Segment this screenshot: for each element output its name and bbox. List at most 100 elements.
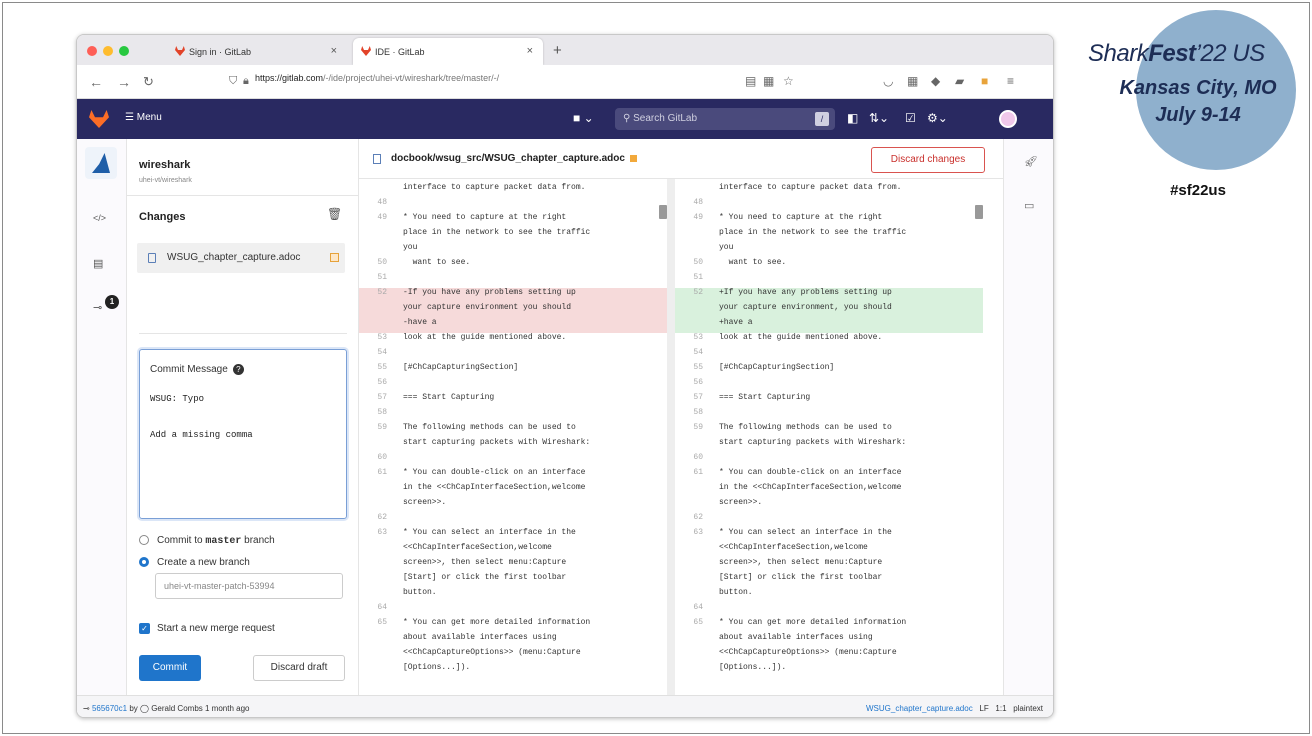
gitlab-logo[interactable]: [89, 110, 109, 128]
trash-icon[interactable]: 🗑︎: [327, 207, 342, 221]
diff-line: start capturing packets with Wireshark:: [359, 438, 667, 453]
line-number: 56: [377, 378, 387, 387]
line-text: <<ChCapInterfaceSection,welcome: [403, 543, 552, 552]
browser-window: Sign in · GitLab × IDE · GitLab × + ← → …: [76, 34, 1054, 718]
search-input[interactable]: ⚲ Search GitLab /: [615, 108, 835, 130]
close-window-icon[interactable]: [87, 46, 97, 56]
diff-line: you: [675, 243, 983, 258]
changed-file-item[interactable]: WSUG_chapter_capture.adoc: [137, 243, 345, 273]
diff-line: 65 * You can get more detailed informatio…: [675, 618, 983, 633]
project-name[interactable]: wireshark: [139, 159, 190, 171]
radio-create-new-branch-label[interactable]: Create a new branch: [157, 557, 250, 568]
issues-icon[interactable]: ◧: [847, 111, 858, 125]
shield-extension-icon[interactable]: ◆: [931, 74, 940, 88]
discard-draft-button[interactable]: Discard draft: [253, 655, 345, 681]
line-text: screen>>.: [403, 498, 447, 507]
code-icon[interactable]: </>: [93, 213, 106, 223]
diff-deleted-line: 52 -If you have any problems setting up: [359, 288, 667, 303]
commit-message-line: WSUG: Typo: [150, 394, 205, 404]
status-file-link[interactable]: WSUG_chapter_capture.adoc: [866, 704, 973, 713]
rocket-icon[interactable]: 🚀︎: [1024, 155, 1038, 168]
lock-icon[interactable]: 🔒︎: [243, 75, 249, 88]
diff-modified-pane[interactable]: [Options...]). <<ChCapCaptureOptions>> (m…: [675, 179, 983, 695]
colorful-extension-icon[interactable]: ■: [981, 74, 988, 88]
grid-icon[interactable]: ▦: [763, 74, 774, 88]
reader-view-icon[interactable]: ▤: [745, 74, 756, 88]
tab-close-icon[interactable]: ×: [527, 45, 533, 57]
merge-request-icon[interactable]: ⇅⌄: [869, 111, 889, 125]
line-text: [Start] or click the first toolbar: [403, 573, 567, 582]
terminal-icon[interactable]: ▭: [1024, 199, 1034, 212]
diff-line: you: [359, 243, 667, 258]
reload-icon[interactable]: ↻: [143, 74, 154, 90]
url-field[interactable]: https://gitlab.com/-/ide/project/uhei-vt…: [255, 73, 499, 83]
create-new-icon[interactable]: ■ ⌄: [573, 111, 594, 125]
diff-line: 51: [675, 273, 983, 288]
user-avatar[interactable]: [999, 110, 1017, 128]
new-tab-button[interactable]: +: [553, 42, 562, 59]
line-text: * You can get more detailed information: [403, 618, 591, 627]
line-text: [Options...]).: [719, 663, 787, 672]
radio-commit-to-master-label[interactable]: Commit to master branch: [157, 535, 275, 547]
gitlab-favicon-icon: [361, 46, 371, 56]
line-number: 59: [377, 423, 387, 432]
tab-close-icon[interactable]: ×: [331, 45, 337, 57]
line-number: 48: [377, 198, 387, 207]
merge-request-checkbox[interactable]: ✓: [139, 623, 150, 634]
shield-icon[interactable]: ⛉: [229, 75, 237, 88]
line-text: * You can select an interface in the: [719, 528, 892, 537]
todo-icon[interactable]: ☑: [905, 111, 916, 125]
help-icon[interactable]: ?: [232, 364, 244, 375]
editor-status: WSUG_chapter_capture.adoc LF 1:1 plainte…: [866, 704, 1043, 713]
diff-line: 51: [359, 273, 667, 288]
diff-editor: docbook/wsug_src/WSUG_chapter_capture.ad…: [359, 139, 1003, 695]
diff-line: about available interfaces using: [675, 633, 983, 648]
diff-splitter[interactable]: [667, 179, 675, 695]
line-number: 48: [693, 198, 703, 207]
diff-line: 54: [359, 348, 667, 363]
diff-original-pane[interactable]: [Options...]). <<ChCapCaptureOptions>> (m…: [359, 179, 667, 695]
commit-message-line: Add a missing comma: [150, 430, 253, 440]
menu-button[interactable]: ☰ Menu: [125, 112, 162, 123]
bookmark-star-icon[interactable]: ☆: [783, 74, 794, 88]
diff-line: 64: [675, 603, 983, 618]
merge-request-checkbox-label[interactable]: Start a new merge request: [157, 623, 275, 634]
branch-name-input[interactable]: uhei-vt-master-patch-53994: [155, 573, 343, 599]
scrollbar-thumb[interactable]: [659, 205, 667, 219]
diff-line: 50 want to see.: [359, 258, 667, 273]
extension-icon[interactable]: ▦: [907, 74, 918, 88]
clipboard-icon[interactable]: ▤: [93, 257, 103, 270]
changed-file-name: WSUG_chapter_capture.adoc: [167, 252, 301, 263]
line-number: 51: [377, 273, 387, 282]
radio-create-new-branch[interactable]: [139, 557, 149, 567]
radio-commit-to-master[interactable]: [139, 535, 149, 545]
commit-icon[interactable]: ⊸: [93, 301, 102, 314]
tab-signin[interactable]: Sign in · GitLab ×: [167, 38, 347, 65]
forward-arrow-icon[interactable]: →: [117, 74, 131, 90]
commit-button[interactable]: Commit: [139, 655, 201, 681]
container-icon[interactable]: ▰: [955, 74, 964, 88]
status-bar: ⊸ 565670c1 by ◯ Gerald Combs 1 month ago…: [77, 695, 1053, 717]
scrollbar-thumb[interactable]: [975, 205, 983, 219]
commit-message-label: Commit Message?: [150, 364, 244, 375]
help-icon[interactable]: ⚙⌄: [927, 111, 948, 125]
line-number: 61: [693, 468, 703, 477]
diff-line: 59 The following methods can be used to: [359, 423, 667, 438]
line-number: 55: [377, 363, 387, 372]
back-arrow-icon[interactable]: ←: [89, 74, 103, 90]
modified-status-icon: [330, 253, 339, 262]
commit-message-editor[interactable]: Commit Message? WSUG: Typo Add a missing…: [139, 349, 347, 519]
tab-signin-label: Sign in · GitLab: [189, 47, 252, 57]
diff-file-path: docbook/wsug_src/WSUG_chapter_capture.ad…: [391, 153, 637, 164]
maximize-window-icon[interactable]: [119, 46, 129, 56]
project-avatar[interactable]: [85, 147, 117, 179]
line-number: 65: [693, 618, 703, 627]
browser-menu-icon[interactable]: ≡: [1007, 74, 1014, 88]
diff-line: 60: [359, 453, 667, 468]
line-text: * You can double-click on an interface: [719, 468, 902, 477]
pocket-icon[interactable]: ◡: [883, 74, 893, 88]
tab-ide[interactable]: IDE · GitLab ×: [353, 38, 543, 65]
commit-sha-link[interactable]: 565670c1: [92, 704, 127, 713]
minimize-window-icon[interactable]: [103, 46, 113, 56]
discard-changes-button[interactable]: Discard changes: [871, 147, 985, 173]
